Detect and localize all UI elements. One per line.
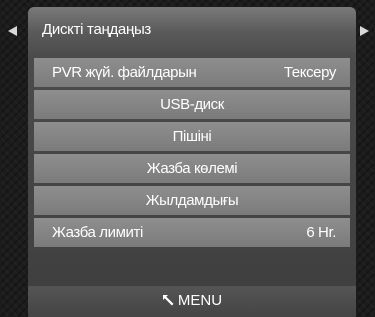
menu-item-label: USB-диск [160,96,224,113]
menu-item-speed[interactable]: Жылдамдығы [34,186,350,215]
menu-item-value: 6 Hr. [306,224,336,241]
menu-item-label: PVR жүй. файлдарын [52,64,197,81]
menu-item-label: Жазба көлемі [146,160,238,177]
menu-item-label: Жазба лимиті [52,224,143,241]
menu-button-label: MENU [177,292,223,309]
menu-item-label: Пішіні [172,128,212,145]
menu-item-usb-disk[interactable]: USB-диск [34,90,350,119]
return-arrow-icon [162,295,174,306]
menu-item-label: Жылдамдығы [145,192,239,209]
menu-item-record-size[interactable]: Жазба көлемі [34,154,350,183]
menu-item-format[interactable]: Пішіні [34,122,350,151]
triangle-left-icon[interactable] [8,26,17,36]
menu-list: PVR жүй. файлдарын Тексеру USB-диск Піші… [34,58,350,250]
menu-panel: Дискті таңдаңыз PVR жүй. файлдарын Тексе… [28,7,356,317]
triangle-right-icon[interactable] [360,26,369,36]
menu-item-value: Тексеру [283,64,337,81]
menu-item-pvr-check[interactable]: PVR жүй. файлдарын Тексеру [34,58,350,87]
menu-item-record-limit[interactable]: Жазба лимиті 6 Hr. [34,218,350,247]
menu-header: Дискті таңдаңыз [28,7,356,53]
menu-title: Дискті таңдаңыз [42,21,152,38]
menu-footer[interactable]: MENU [28,286,356,317]
